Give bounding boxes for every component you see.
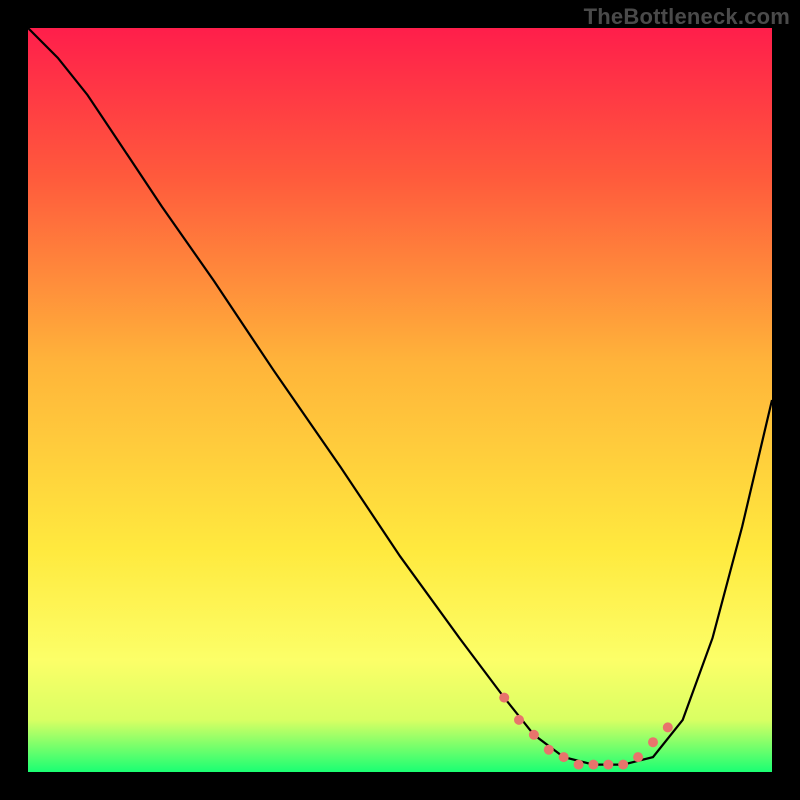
highlight-dot xyxy=(588,760,598,770)
gradient-background xyxy=(28,28,772,772)
chart-frame: TheBottleneck.com xyxy=(0,0,800,800)
watermark-text: TheBottleneck.com xyxy=(584,4,790,30)
highlight-dot xyxy=(499,693,509,703)
highlight-dot xyxy=(529,730,539,740)
plot-area xyxy=(28,28,772,772)
highlight-dot xyxy=(663,722,673,732)
highlight-dot xyxy=(544,745,554,755)
highlight-dot xyxy=(618,760,628,770)
highlight-dot xyxy=(514,715,524,725)
highlight-dot xyxy=(603,760,613,770)
highlight-dot xyxy=(648,737,658,747)
highlight-dot xyxy=(633,752,643,762)
chart-svg xyxy=(28,28,772,772)
highlight-dot xyxy=(574,760,584,770)
highlight-dot xyxy=(559,752,569,762)
